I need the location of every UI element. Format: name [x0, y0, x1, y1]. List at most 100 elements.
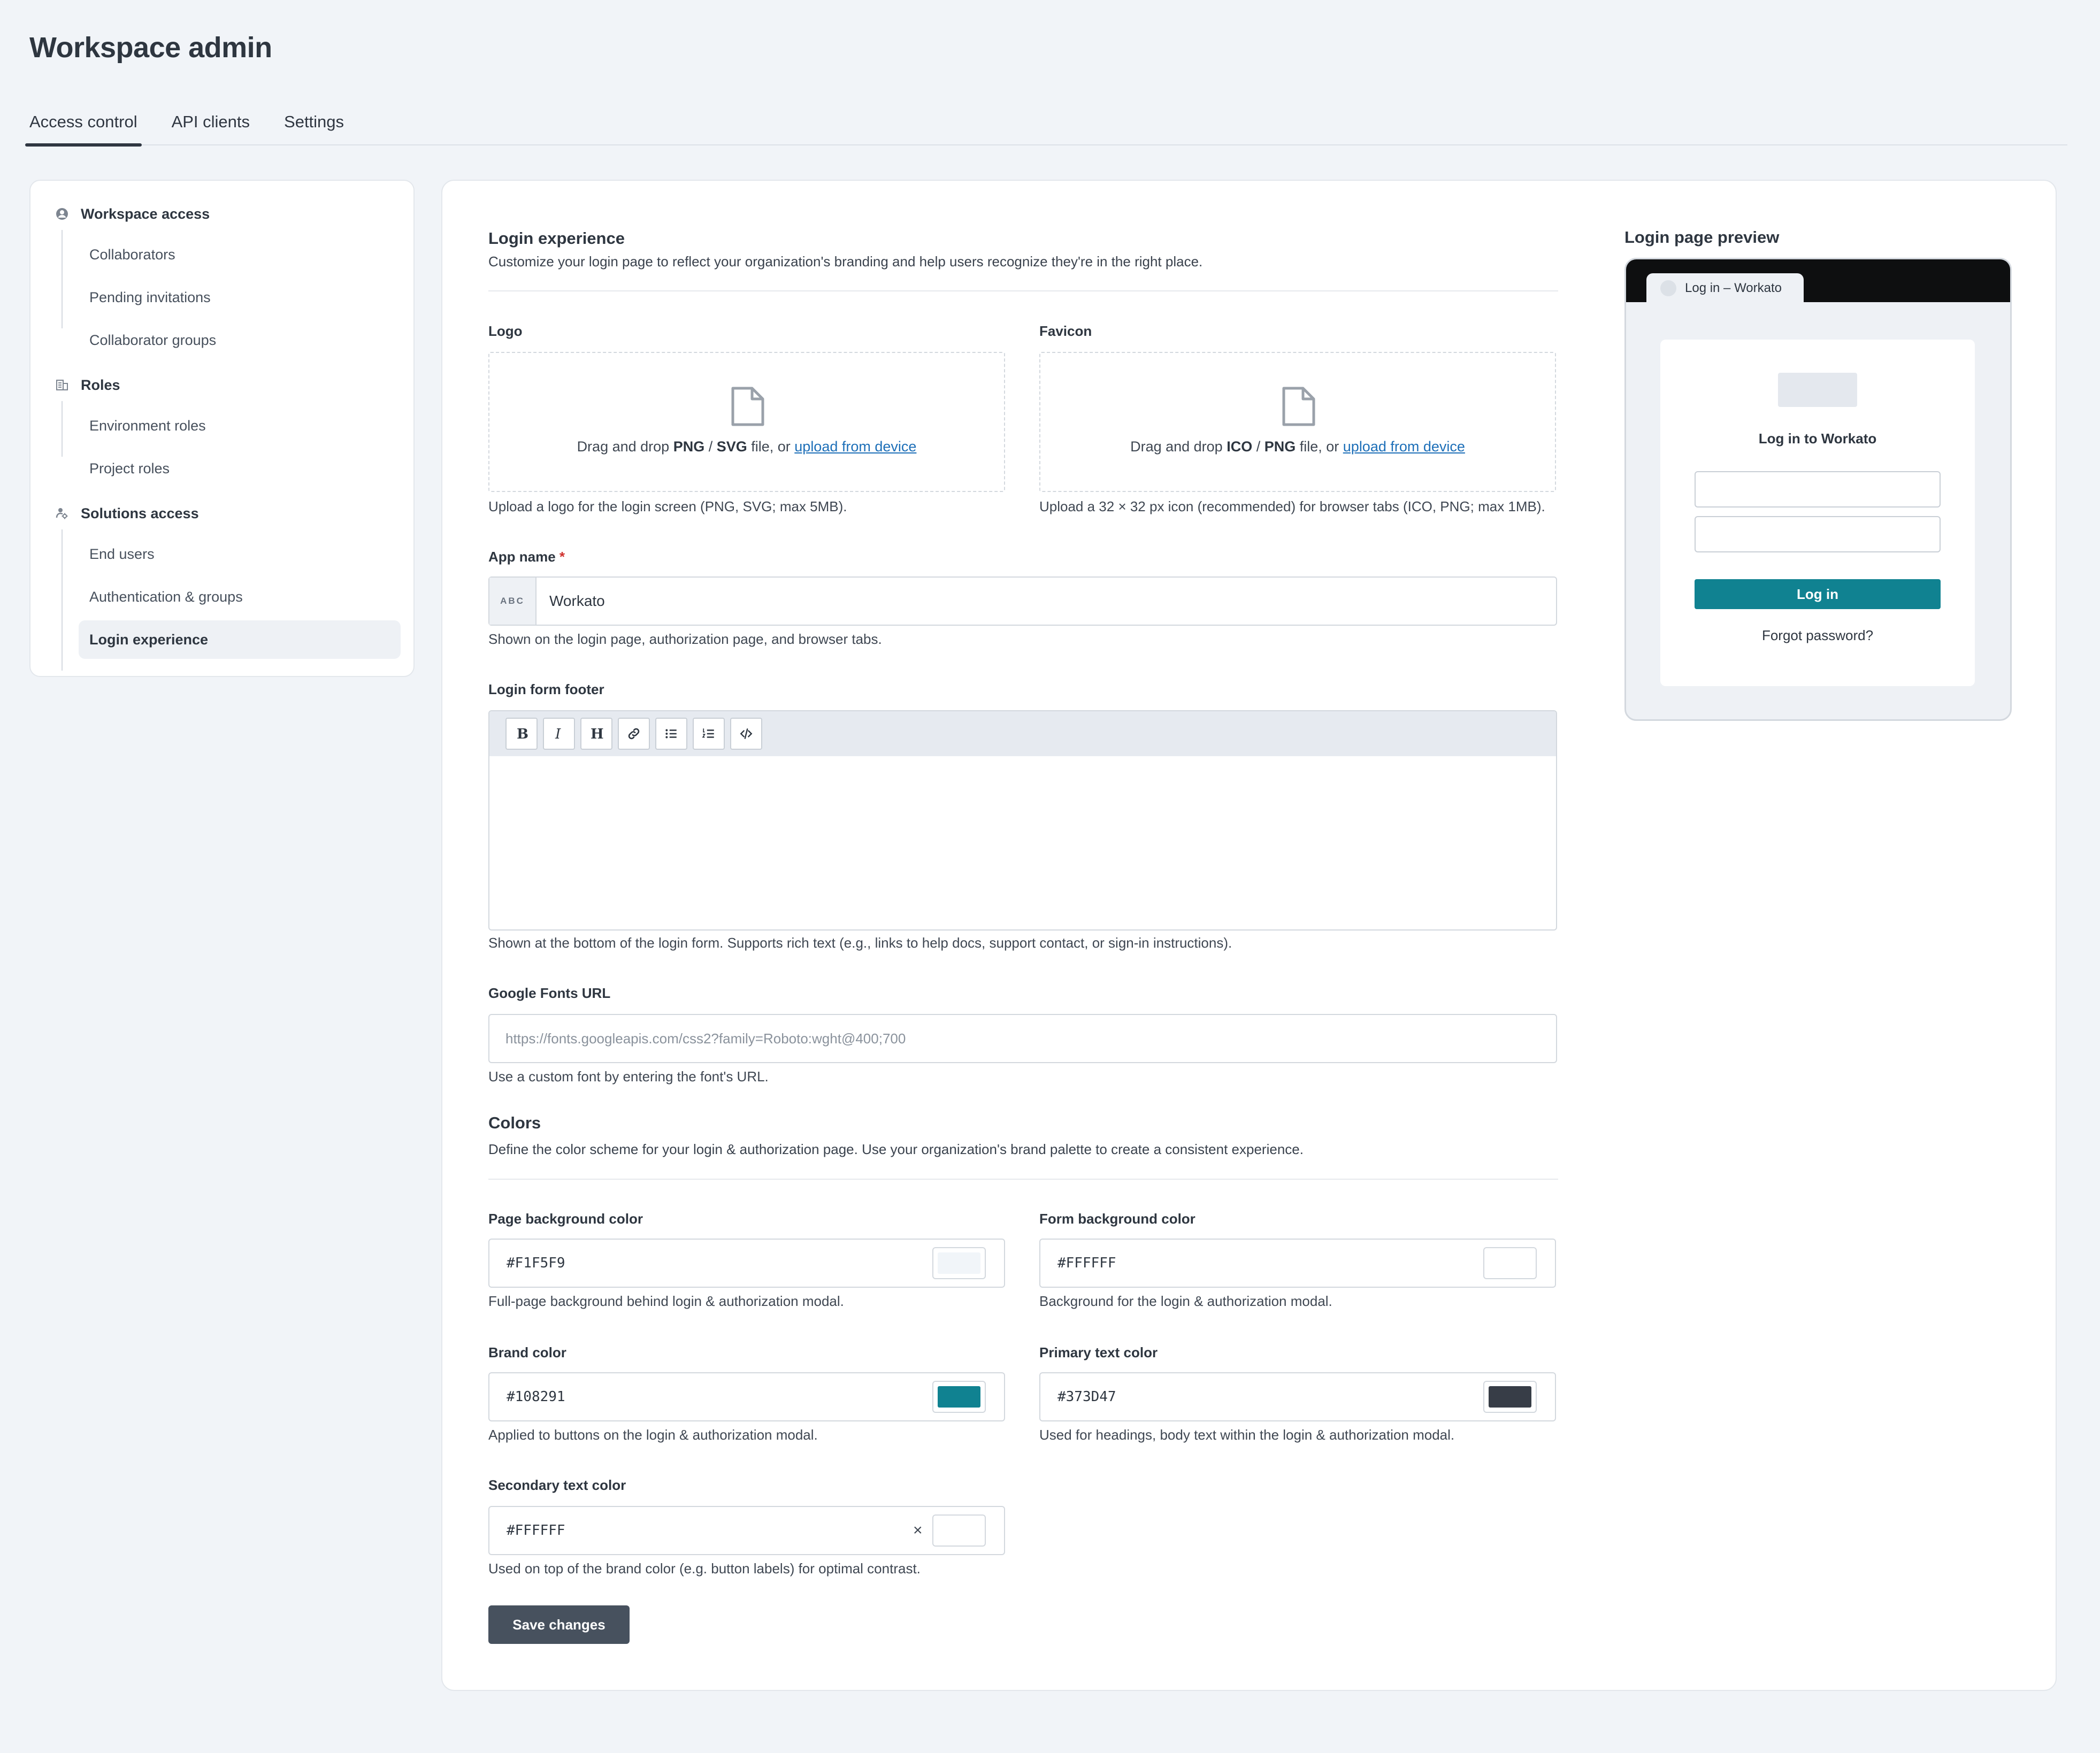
logo-dropzone[interactable]: Drag and drop PNG / SVG file, or upload …: [488, 352, 1005, 492]
primary-text-swatch[interactable]: [1483, 1381, 1537, 1413]
numbered-list-icon[interactable]: [693, 718, 725, 750]
editor-toolbar: B I H: [489, 711, 1556, 756]
login-preview: Log in – Workato Log in to Workato Log i…: [1624, 258, 2012, 721]
secondary-text-help: Used on top of the brand color (e.g. but…: [488, 1560, 921, 1577]
app-name-input[interactable]: ABC Workato: [488, 576, 1557, 626]
heading-icon[interactable]: H: [580, 718, 612, 750]
roles-icon: [55, 378, 69, 392]
page-bg-color-input[interactable]: #F1F5F9: [488, 1239, 1005, 1288]
login-experience-panel: Login experience Customize your login pa…: [441, 180, 2057, 1691]
sidebar-group-label: Roles: [81, 376, 120, 393]
bold-icon[interactable]: B: [505, 718, 538, 750]
clear-icon[interactable]: ×: [913, 1507, 923, 1554]
page-bg-label: Page background color: [488, 1211, 643, 1227]
save-changes-button[interactable]: Save changes: [488, 1605, 630, 1644]
page-bg-help: Full-page background behind login & auth…: [488, 1293, 844, 1309]
colors-description: Define the color scheme for your login &…: [488, 1141, 1304, 1157]
tab-access-control[interactable]: Access control: [25, 107, 142, 147]
solutions-icon: [55, 506, 69, 520]
app-name-value: Workato: [549, 593, 605, 609]
page-title: Workspace admin: [29, 32, 272, 64]
primary-text-help: Used for headings, body text within the …: [1039, 1427, 1455, 1443]
sidebar-group-label: Solutions access: [81, 505, 199, 521]
brand-color-value: #108291: [507, 1389, 565, 1405]
favicon-dropzone[interactable]: Drag and drop ICO / PNG file, or upload …: [1039, 352, 1556, 492]
sidebar-group-roles: Roles: [55, 374, 120, 396]
form-bg-help: Background for the login & authorization…: [1039, 1293, 1332, 1309]
google-fonts-label: Google Fonts URL: [488, 985, 611, 1001]
form-bg-color-input[interactable]: #FFFFFF: [1039, 1239, 1556, 1288]
brand-color-swatch[interactable]: [932, 1381, 986, 1413]
text-type-icon: ABC: [489, 578, 537, 625]
preview-title: Login page preview: [1624, 228, 1780, 247]
page-bg-swatch[interactable]: [932, 1247, 986, 1279]
code-icon[interactable]: [730, 718, 762, 750]
footer-editor[interactable]: B I H: [488, 710, 1557, 931]
preview-login-button: Log in: [1695, 579, 1941, 609]
preview-logo-placeholder: [1778, 373, 1857, 407]
page-bg-value: #F1F5F9: [507, 1255, 565, 1271]
google-fonts-placeholder: https://fonts.googleapis.com/css2?family…: [505, 1030, 906, 1047]
tab-settings[interactable]: Settings: [284, 107, 344, 145]
preview-tab-label: Log in – Workato: [1685, 281, 1782, 295]
footer-help: Shown at the bottom of the login form. S…: [488, 935, 1232, 951]
section-description: Customize your login page to reflect you…: [488, 253, 1203, 270]
link-icon[interactable]: [618, 718, 650, 750]
svg-text:I: I: [555, 726, 561, 741]
sidebar-group-workspace-access: Workspace access: [55, 203, 210, 225]
app-name-help: Shown on the login page, authorization p…: [488, 631, 882, 647]
favicon-label: Favicon: [1039, 323, 1092, 339]
form-bg-value: #FFFFFF: [1057, 1255, 1116, 1271]
favicon-placeholder-icon: [1660, 280, 1676, 296]
section-title: Login experience: [488, 229, 625, 248]
tab-bar: Access control API clients Settings: [25, 107, 2067, 147]
file-icon: [1282, 386, 1316, 429]
footer-label: Login form footer: [488, 681, 604, 697]
sidebar-item-collaborator-groups[interactable]: Collaborator groups: [79, 321, 401, 359]
secondary-text-label: Secondary text color: [488, 1477, 626, 1493]
svg-text:H: H: [591, 726, 604, 741]
preview-username-field: [1695, 471, 1941, 508]
brand-color-input[interactable]: #108291: [488, 1372, 1005, 1421]
logo-drop-text: Drag and drop PNG / SVG file, or upload …: [577, 439, 917, 455]
secondary-text-color-input[interactable]: #FFFFFF ×: [488, 1506, 1005, 1555]
user-circle-icon: [55, 207, 69, 221]
form-bg-swatch[interactable]: [1483, 1247, 1537, 1279]
bullet-list-icon[interactable]: [655, 718, 687, 750]
sidebar-item-project-roles[interactable]: Project roles: [79, 449, 401, 488]
required-mark: *: [559, 549, 565, 565]
logo-label: Logo: [488, 323, 523, 339]
sidebar-item-authentication-groups[interactable]: Authentication & groups: [79, 578, 401, 616]
google-fonts-help: Use a custom font by entering the font's…: [488, 1068, 769, 1085]
favicon-drop-text: Drag and drop ICO / PNG file, or upload …: [1130, 439, 1465, 455]
preview-forgot-password: Forgot password?: [1761, 627, 1874, 643]
italic-icon[interactable]: I: [543, 718, 575, 750]
preview-heading: Log in to Workato: [1758, 430, 1877, 447]
secondary-text-swatch[interactable]: [932, 1514, 986, 1547]
sidebar-item-environment-roles[interactable]: Environment roles: [79, 406, 401, 445]
sidebar-group-solutions-access: Solutions access: [55, 503, 199, 524]
secondary-text-value: #FFFFFF: [507, 1523, 565, 1539]
tab-api-clients[interactable]: API clients: [172, 107, 250, 145]
svg-text:B: B: [517, 726, 528, 741]
brand-color-label: Brand color: [488, 1344, 566, 1360]
colors-title: Colors: [488, 1113, 541, 1132]
google-fonts-input[interactable]: https://fonts.googleapis.com/css2?family…: [488, 1014, 1557, 1063]
favicon-help: Upload a 32 × 32 px icon (recommended) f…: [1039, 498, 1545, 514]
primary-text-label: Primary text color: [1039, 1344, 1158, 1360]
file-icon: [731, 386, 765, 429]
sidebar-item-collaborators[interactable]: Collaborators: [79, 235, 401, 274]
sidebar-item-pending-invitations[interactable]: Pending invitations: [79, 278, 401, 317]
primary-text-color-input[interactable]: #373D47: [1039, 1372, 1556, 1421]
logo-upload-link[interactable]: upload from device: [794, 439, 916, 455]
preview-browser-tab: Log in – Workato: [1646, 273, 1804, 303]
favicon-upload-link[interactable]: upload from device: [1343, 439, 1465, 455]
brand-color-help: Applied to buttons on the login & author…: [488, 1427, 818, 1443]
sidebar: Workspace access Collaborators Pending i…: [29, 180, 415, 677]
app-name-label: App name *: [488, 549, 565, 565]
logo-help: Upload a logo for the login screen (PNG,…: [488, 498, 847, 514]
preview-login-card: Log in to Workato Log in Forgot password…: [1660, 340, 1975, 686]
sidebar-item-login-experience[interactable]: Login experience: [79, 620, 401, 659]
sidebar-item-end-users[interactable]: End users: [79, 535, 401, 573]
preview-password-field: [1695, 516, 1941, 552]
